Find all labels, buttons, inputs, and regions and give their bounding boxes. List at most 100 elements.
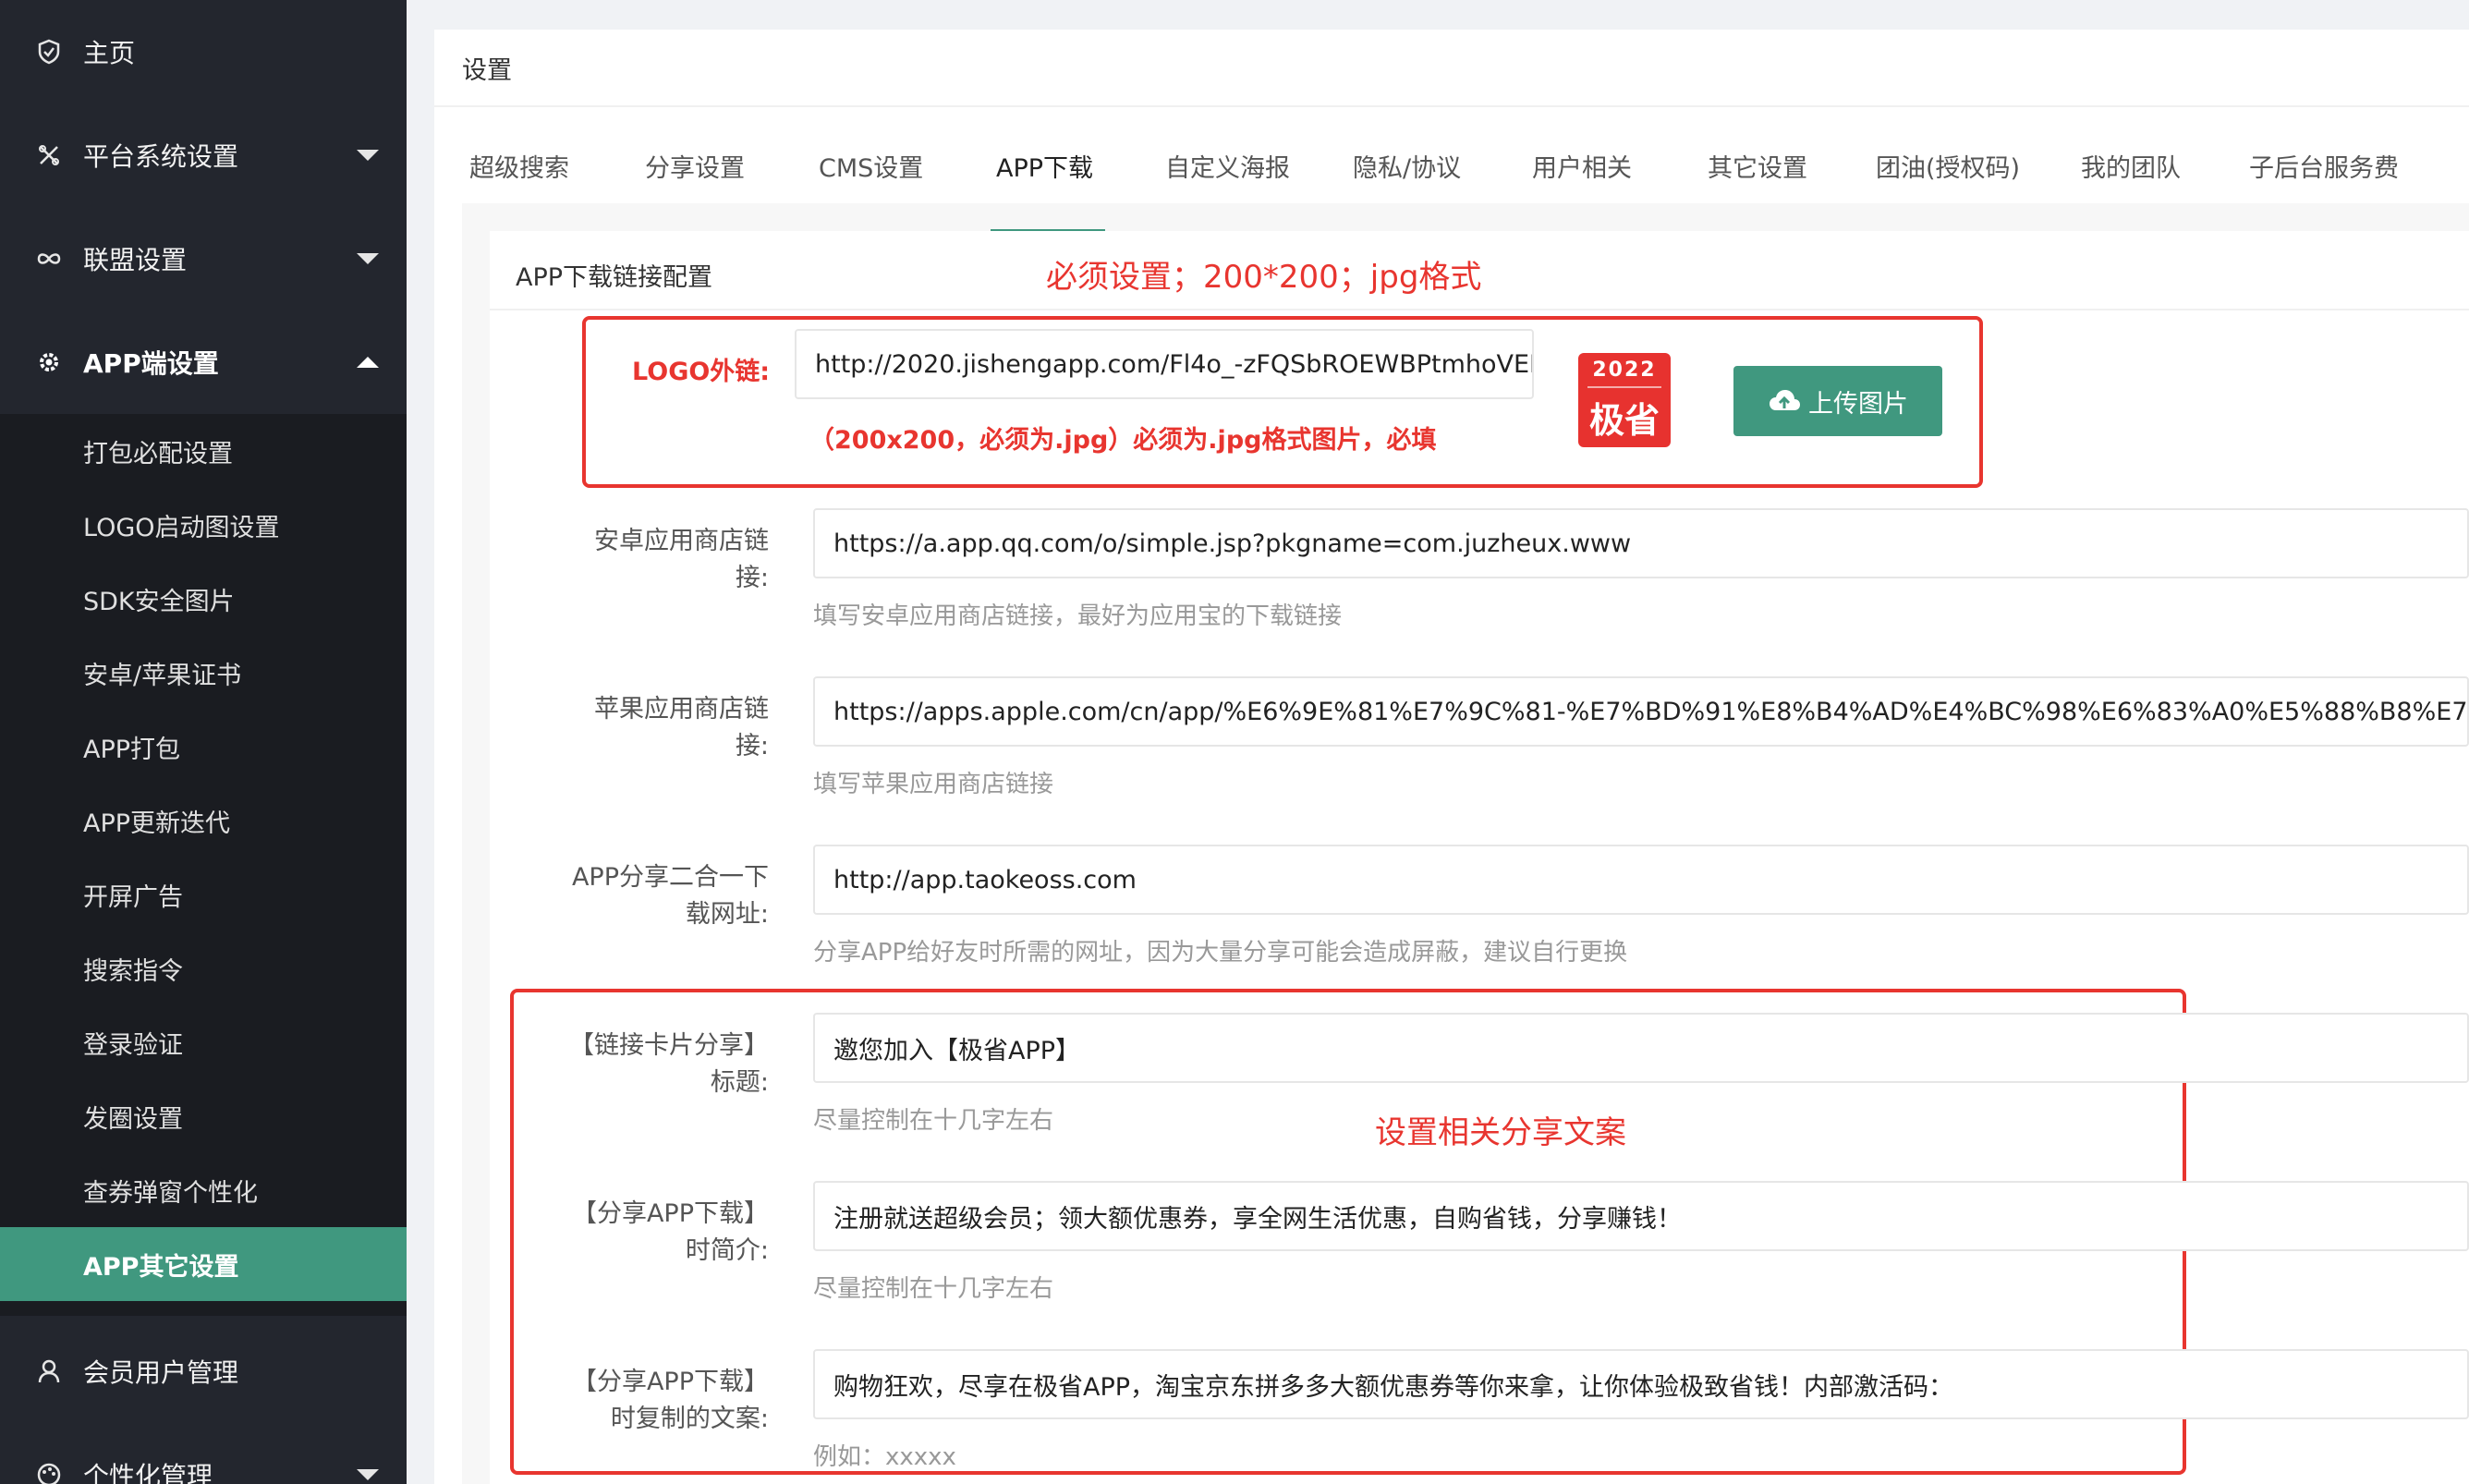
label-line: 【分享APP下载】 — [571, 1199, 769, 1228]
chevron-down-icon — [357, 1469, 379, 1480]
tools-icon — [35, 141, 63, 169]
sidebar-item-label: 主页 — [83, 38, 136, 68]
share-annotation-note: 设置相关分享文案 — [1375, 1114, 1626, 1151]
card-title: APP下载链接配置 — [516, 263, 713, 292]
share-intro-help: 尽量控制在十几字左右 — [813, 1275, 1054, 1303]
sidebar-subitem[interactable]: 发圈设置 — [0, 1079, 407, 1153]
shield-icon — [35, 38, 63, 66]
share-url-help: 分享APP给好友时所需的网址，因为大量分享可能会造成屏蔽，建议自行更换 — [813, 939, 1628, 967]
logo-url-input[interactable]: http://2020.jishengapp.com/Fl4o_-zFQSbRO… — [795, 329, 1534, 399]
tab-my-team[interactable]: 我的团队 — [2081, 131, 2181, 233]
android-store-input[interactable]: https://a.app.qq.com/o/simple.jsp?pkgnam… — [813, 508, 2469, 578]
sidebar-item-app-settings[interactable]: APP端设置 — [0, 310, 407, 414]
tab-sub-backend-fee[interactable]: 子后台服务费 — [2249, 131, 2399, 233]
label-line: 苹果应用商店链 — [594, 695, 769, 724]
sidebar-item-home[interactable]: 主页 — [0, 0, 407, 103]
card-share-title-input[interactable]: 邀您加入【极省APP】 — [813, 1013, 2469, 1083]
android-store-label: 安卓应用商店链 接: — [517, 523, 769, 597]
label-line: 时简介: — [685, 1236, 769, 1265]
sidebar-subitem-label: 开屏广告 — [83, 882, 183, 912]
share-copy-label: 【分享APP下载】 时复制的文案: — [499, 1364, 769, 1438]
sidebar-subitem-label: SDK安全图片 — [83, 587, 235, 616]
logo-preview-image: 2022 极省 — [1578, 353, 1671, 447]
label-line: 时复制的文案: — [610, 1405, 769, 1433]
tab-bar: 超级搜索 分享设置 CMS设置 APP下载 自定义海报 隐私/协议 用户相关 其… — [462, 131, 2469, 233]
logo-annotation-note: 必须设置；200*200；jpg格式 — [1046, 259, 1482, 296]
sidebar-subitem[interactable]: 搜索指令 — [0, 931, 407, 1005]
upload-image-button[interactable]: 上传图片 — [1733, 366, 1942, 436]
label-line: 载网址: — [685, 900, 769, 929]
sidebar-subitem[interactable]: APP打包 — [0, 710, 407, 784]
sidebar-item-label: APP端设置 — [83, 348, 219, 379]
sidebar-subitem[interactable]: 开屏广告 — [0, 858, 407, 931]
page-title: 设置 — [462, 56, 512, 85]
divider — [490, 309, 2469, 310]
sidebar-item-personalization[interactable]: 个性化管理 — [0, 1423, 407, 1484]
sidebar-item-alliance-settings[interactable]: 联盟设置 — [0, 207, 407, 310]
share-url-input[interactable]: http://app.taokeoss.com — [813, 845, 2469, 915]
label-line: APP分享二合一下 — [571, 863, 769, 892]
label-line: 安卓应用商店链 — [594, 527, 769, 555]
share-copy-input[interactable]: 购物狂欢，尽享在极省APP，淘宝京东拼多多大额优惠券等你来拿，让你体验极致省钱！… — [813, 1349, 2469, 1419]
sidebar-subitem-label: 登录验证 — [83, 1030, 183, 1060]
sidebar-item-member-management[interactable]: 会员用户管理 — [0, 1320, 407, 1423]
label-line: 接: — [735, 732, 769, 760]
sidebar: 主页 平台系统设置 联盟设置 APP端设置 打包必配设置 LOGO启动图设置 S… — [0, 0, 407, 1484]
label-line: 【链接卡片分享】 — [569, 1031, 769, 1060]
sidebar-subitem-label: APP更新迭代 — [83, 809, 231, 838]
tab-share-settings[interactable]: 分享设置 — [645, 131, 745, 233]
sidebar-item-label: 个性化管理 — [83, 1461, 213, 1484]
apple-store-label: 苹果应用商店链 接: — [517, 691, 769, 765]
label-line: 【分享APP下载】 — [571, 1368, 769, 1396]
divider — [434, 105, 2469, 107]
logo-help-text: （200x200，必须为.jpg）必须为.jpg格式图片，必填 — [809, 426, 1437, 455]
sidebar-item-platform-settings[interactable]: 平台系统设置 — [0, 103, 407, 207]
chevron-up-icon — [357, 357, 379, 368]
tab-other-settings[interactable]: 其它设置 — [1708, 131, 1807, 233]
sidebar-subitem-label: APP打包 — [83, 735, 181, 764]
apple-store-help: 填写苹果应用商店链接 — [813, 771, 1054, 798]
sidebar-subitem[interactable]: SDK安全图片 — [0, 562, 407, 636]
sidebar-subitem-label: LOGO启动图设置 — [83, 513, 280, 542]
sidebar-subitem-label: APP其它设置 — [83, 1252, 239, 1282]
sidebar-subitem[interactable]: 打包必配设置 — [0, 414, 407, 488]
android-store-help: 填写安卓应用商店链接，最好为应用宝的下载链接 — [813, 602, 1343, 630]
sidebar-subitem[interactable]: 查券弹窗个性化 — [0, 1153, 407, 1227]
logo-preview-year: 2022 — [1592, 359, 1657, 382]
palette-icon — [35, 1461, 63, 1484]
tab-app-download[interactable]: APP下载 — [996, 131, 1093, 233]
tab-custom-poster[interactable]: 自定义海报 — [1165, 131, 1290, 233]
tab-cms-settings[interactable]: CMS设置 — [819, 131, 923, 233]
sidebar-subitem-label: 打包必配设置 — [83, 439, 233, 468]
sidebar-subitem-label: 查券弹窗个性化 — [83, 1178, 258, 1208]
sidebar-submenu: 打包必配设置 LOGO启动图设置 SDK安全图片 安卓/苹果证书 APP打包 A… — [0, 414, 407, 1316]
sidebar-subitem[interactable]: LOGO启动图设置 — [0, 488, 407, 562]
share-url-label: APP分享二合一下 载网址: — [517, 859, 769, 933]
card-share-title-help: 尽量控制在十几字左右 — [813, 1107, 1054, 1135]
label-line: 标题: — [710, 1068, 769, 1097]
chevron-down-icon — [357, 150, 379, 161]
sidebar-subitem-label: 安卓/苹果证书 — [83, 661, 242, 690]
logo-preview-divider — [1587, 386, 1661, 388]
tab-super-search[interactable]: 超级搜索 — [469, 131, 569, 233]
tab-privacy-agreement[interactable]: 隐私/协议 — [1353, 131, 1461, 233]
apple-store-input[interactable]: https://apps.apple.com/cn/app/%E6%9E%81%… — [813, 676, 2469, 747]
sidebar-subitem-active[interactable]: APP其它设置 — [0, 1227, 407, 1301]
share-copy-help: 例如：xxxxx — [813, 1443, 956, 1471]
user-icon — [35, 1357, 63, 1385]
cloud-upload-icon — [1770, 390, 1800, 410]
logo-preview-brand: 极省 — [1588, 400, 1660, 441]
tab-user-related[interactable]: 用户相关 — [1532, 131, 1632, 233]
sidebar-subitem[interactable]: 安卓/苹果证书 — [0, 636, 407, 710]
share-intro-input[interactable]: 注册就送超级会员；领大额优惠券，享全网生活优惠，自购省钱，分享赚钱！ — [813, 1181, 2469, 1251]
sidebar-subitem[interactable]: APP更新迭代 — [0, 784, 407, 858]
infinity-icon — [35, 245, 63, 273]
share-intro-label: 【分享APP下载】 时简介: — [517, 1196, 769, 1270]
logo-label: LOGO外链: — [632, 358, 771, 386]
sidebar-item-label: 平台系统设置 — [83, 141, 239, 172]
sidebar-subitem-label: 发圈设置 — [83, 1104, 183, 1134]
sidebar-item-label: 联盟设置 — [83, 245, 188, 275]
sidebar-item-label: 会员用户管理 — [83, 1357, 239, 1388]
tab-tuanyou-auth[interactable]: 团油(授权码) — [1876, 131, 2020, 233]
sidebar-subitem[interactable]: 登录验证 — [0, 1005, 407, 1079]
